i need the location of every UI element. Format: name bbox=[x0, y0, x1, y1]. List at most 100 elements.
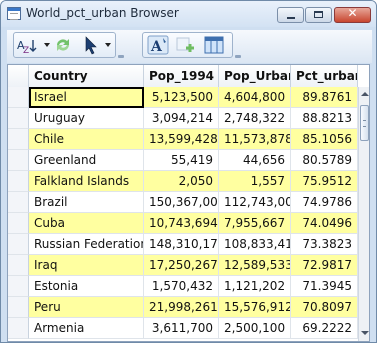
column-header-country[interactable]: Country bbox=[29, 65, 144, 87]
maximize-icon bbox=[314, 11, 323, 18]
pct-urban-cell[interactable]: 80.5789 bbox=[291, 150, 358, 171]
country-cell[interactable]: Cuba bbox=[29, 213, 144, 234]
pop-urban-cell[interactable]: 4,604,800 bbox=[219, 87, 291, 108]
table-row[interactable]: Chile 13,599,428 11,573,878 85.1056 bbox=[8, 129, 358, 150]
pop-urban-cell[interactable]: 2,500,100 bbox=[219, 318, 291, 339]
pop-urban-cell[interactable]: 108,833,410 bbox=[219, 234, 291, 255]
pct-urban-cell[interactable]: 89.8761 bbox=[291, 87, 358, 108]
pop-1994-cell[interactable]: 148,310,174 bbox=[144, 234, 219, 255]
table-row[interactable]: Uruguay 3,094,214 2,748,322 88.8213 bbox=[8, 108, 358, 129]
maximize-button[interactable] bbox=[305, 7, 332, 23]
row-header[interactable] bbox=[8, 108, 29, 129]
toolbar-group-right: A bbox=[142, 32, 233, 58]
row-header[interactable] bbox=[8, 192, 29, 213]
title-bar[interactable]: World_pct_urban Browser ✕ bbox=[1, 1, 376, 27]
table-row[interactable]: Estonia 1,570,432 1,121,202 71.3945 bbox=[8, 276, 358, 297]
column-header-pop-1994[interactable]: Pop_1994 bbox=[144, 65, 219, 87]
add-button[interactable] bbox=[175, 35, 197, 55]
country-cell[interactable]: Israel bbox=[29, 87, 144, 108]
pop-urban-cell[interactable]: 15,576,912 bbox=[219, 297, 291, 318]
pop-1994-cell[interactable]: 3,094,214 bbox=[144, 108, 219, 129]
row-header[interactable] bbox=[8, 297, 29, 318]
pop-urban-cell[interactable]: 2,748,322 bbox=[219, 108, 291, 129]
pop-urban-cell[interactable]: 12,589,533 bbox=[219, 255, 291, 276]
country-cell[interactable]: Iraq bbox=[29, 255, 144, 276]
vertical-scrollbar[interactable] bbox=[358, 87, 369, 341]
pct-urban-cell[interactable]: 73.3823 bbox=[291, 234, 358, 255]
row-header[interactable] bbox=[8, 213, 29, 234]
table-row[interactable]: Falkland Islands 2,050 1,557 75.9512 bbox=[8, 171, 358, 192]
pct-urban-cell[interactable]: 74.9786 bbox=[291, 192, 358, 213]
table-row[interactable]: Greenland 55,419 44,656 80.5789 bbox=[8, 150, 358, 171]
minimize-button[interactable] bbox=[277, 7, 304, 23]
pop-1994-cell[interactable]: 1,570,432 bbox=[144, 276, 219, 297]
pop-urban-cell[interactable]: 112,743,000 bbox=[219, 192, 291, 213]
column-header-pct-urban[interactable]: Pct_urban bbox=[291, 65, 358, 87]
country-cell[interactable]: Brazil bbox=[29, 192, 144, 213]
pct-urban-cell[interactable]: 72.9817 bbox=[291, 255, 358, 276]
pop-urban-cell[interactable]: 7,955,667 bbox=[219, 213, 291, 234]
toolbar-grip[interactable] bbox=[118, 55, 124, 58]
country-cell[interactable]: Uruguay bbox=[29, 108, 144, 129]
font-button[interactable]: A bbox=[147, 35, 169, 55]
pct-urban-cell[interactable]: 75.9512 bbox=[291, 171, 358, 192]
select-dropdown-arrow[interactable] bbox=[105, 43, 111, 47]
country-cell[interactable]: Russian Federation bbox=[29, 234, 144, 255]
close-button[interactable]: ✕ bbox=[334, 6, 371, 23]
country-cell[interactable]: Estonia bbox=[29, 276, 144, 297]
scroll-up-arrow-icon[interactable] bbox=[361, 92, 369, 96]
pop-1994-cell[interactable]: 17,250,267 bbox=[144, 255, 219, 276]
pop-1994-cell[interactable]: 2,050 bbox=[144, 171, 219, 192]
row-header[interactable] bbox=[8, 87, 29, 108]
country-cell[interactable]: Falkland Islands bbox=[29, 171, 144, 192]
row-header[interactable] bbox=[8, 171, 29, 192]
table-row[interactable]: Russian Federation 148,310,174 108,833,4… bbox=[8, 234, 358, 255]
pop-1994-cell[interactable]: 10,743,694 bbox=[144, 213, 219, 234]
pop-urban-cell[interactable]: 11,573,878 bbox=[219, 129, 291, 150]
country-cell[interactable]: Greenland bbox=[29, 150, 144, 171]
svg-text:Z: Z bbox=[23, 46, 29, 55]
pct-urban-cell[interactable]: 74.0496 bbox=[291, 213, 358, 234]
pop-1994-cell[interactable]: 55,419 bbox=[144, 150, 219, 171]
sort-dropdown-arrow[interactable] bbox=[44, 43, 50, 47]
pct-urban-cell[interactable]: 69.2222 bbox=[291, 318, 358, 339]
pct-urban-cell[interactable]: 88.8213 bbox=[291, 108, 358, 129]
pop-1994-cell[interactable]: 13,599,428 bbox=[144, 129, 219, 150]
country-cell[interactable]: Peru bbox=[29, 297, 144, 318]
sort-button[interactable]: A Z bbox=[16, 35, 42, 56]
row-header[interactable] bbox=[8, 129, 29, 150]
pct-urban-cell[interactable]: 85.1056 bbox=[291, 129, 358, 150]
pop-1994-cell[interactable]: 3,611,700 bbox=[144, 318, 219, 339]
row-header[interactable] bbox=[8, 276, 29, 297]
corner-header[interactable] bbox=[8, 65, 29, 87]
columns-button[interactable] bbox=[203, 35, 225, 55]
pop-urban-cell[interactable]: 44,656 bbox=[219, 150, 291, 171]
pop-1994-cell[interactable]: 21,998,261 bbox=[144, 297, 219, 318]
country-cell[interactable]: Chile bbox=[29, 129, 144, 150]
toolbar-grip-2[interactable] bbox=[235, 55, 241, 58]
table-row[interactable]: Peru 21,998,261 15,576,912 70.8097 bbox=[8, 297, 358, 318]
pop-1994-cell[interactable]: 150,367,000 bbox=[144, 192, 219, 213]
row-header[interactable] bbox=[8, 318, 29, 339]
table-row[interactable]: Brazil 150,367,000 112,743,000 74.9786 bbox=[8, 192, 358, 213]
table-row[interactable]: Israel 5,123,500 4,604,800 89.8761 bbox=[8, 87, 358, 108]
toolbar: A Z A bbox=[7, 30, 372, 63]
refresh-icon bbox=[57, 39, 69, 51]
select-tool-button[interactable] bbox=[80, 35, 102, 55]
pop-urban-cell[interactable]: 1,557 bbox=[219, 171, 291, 192]
row-header[interactable] bbox=[8, 234, 29, 255]
table-row[interactable]: Iraq 17,250,267 12,589,533 72.9817 bbox=[8, 255, 358, 276]
table-row[interactable]: Armenia 3,611,700 2,500,100 69.2222 bbox=[8, 318, 358, 339]
row-header[interactable] bbox=[8, 150, 29, 171]
scroll-down-arrow-icon[interactable] bbox=[361, 331, 369, 335]
pct-urban-cell[interactable]: 71.3945 bbox=[291, 276, 358, 297]
row-header[interactable] bbox=[8, 255, 29, 276]
refresh-button[interactable] bbox=[52, 35, 74, 55]
scrollbar-thumb[interactable] bbox=[360, 105, 369, 141]
column-header-pop-urban[interactable]: Pop_Urban bbox=[219, 65, 291, 87]
pop-urban-cell[interactable]: 1,121,202 bbox=[219, 276, 291, 297]
country-cell[interactable]: Armenia bbox=[29, 318, 144, 339]
pop-1994-cell[interactable]: 5,123,500 bbox=[144, 87, 219, 108]
pct-urban-cell[interactable]: 70.8097 bbox=[291, 297, 358, 318]
table-row[interactable]: Cuba 10,743,694 7,955,667 74.0496 bbox=[8, 213, 358, 234]
